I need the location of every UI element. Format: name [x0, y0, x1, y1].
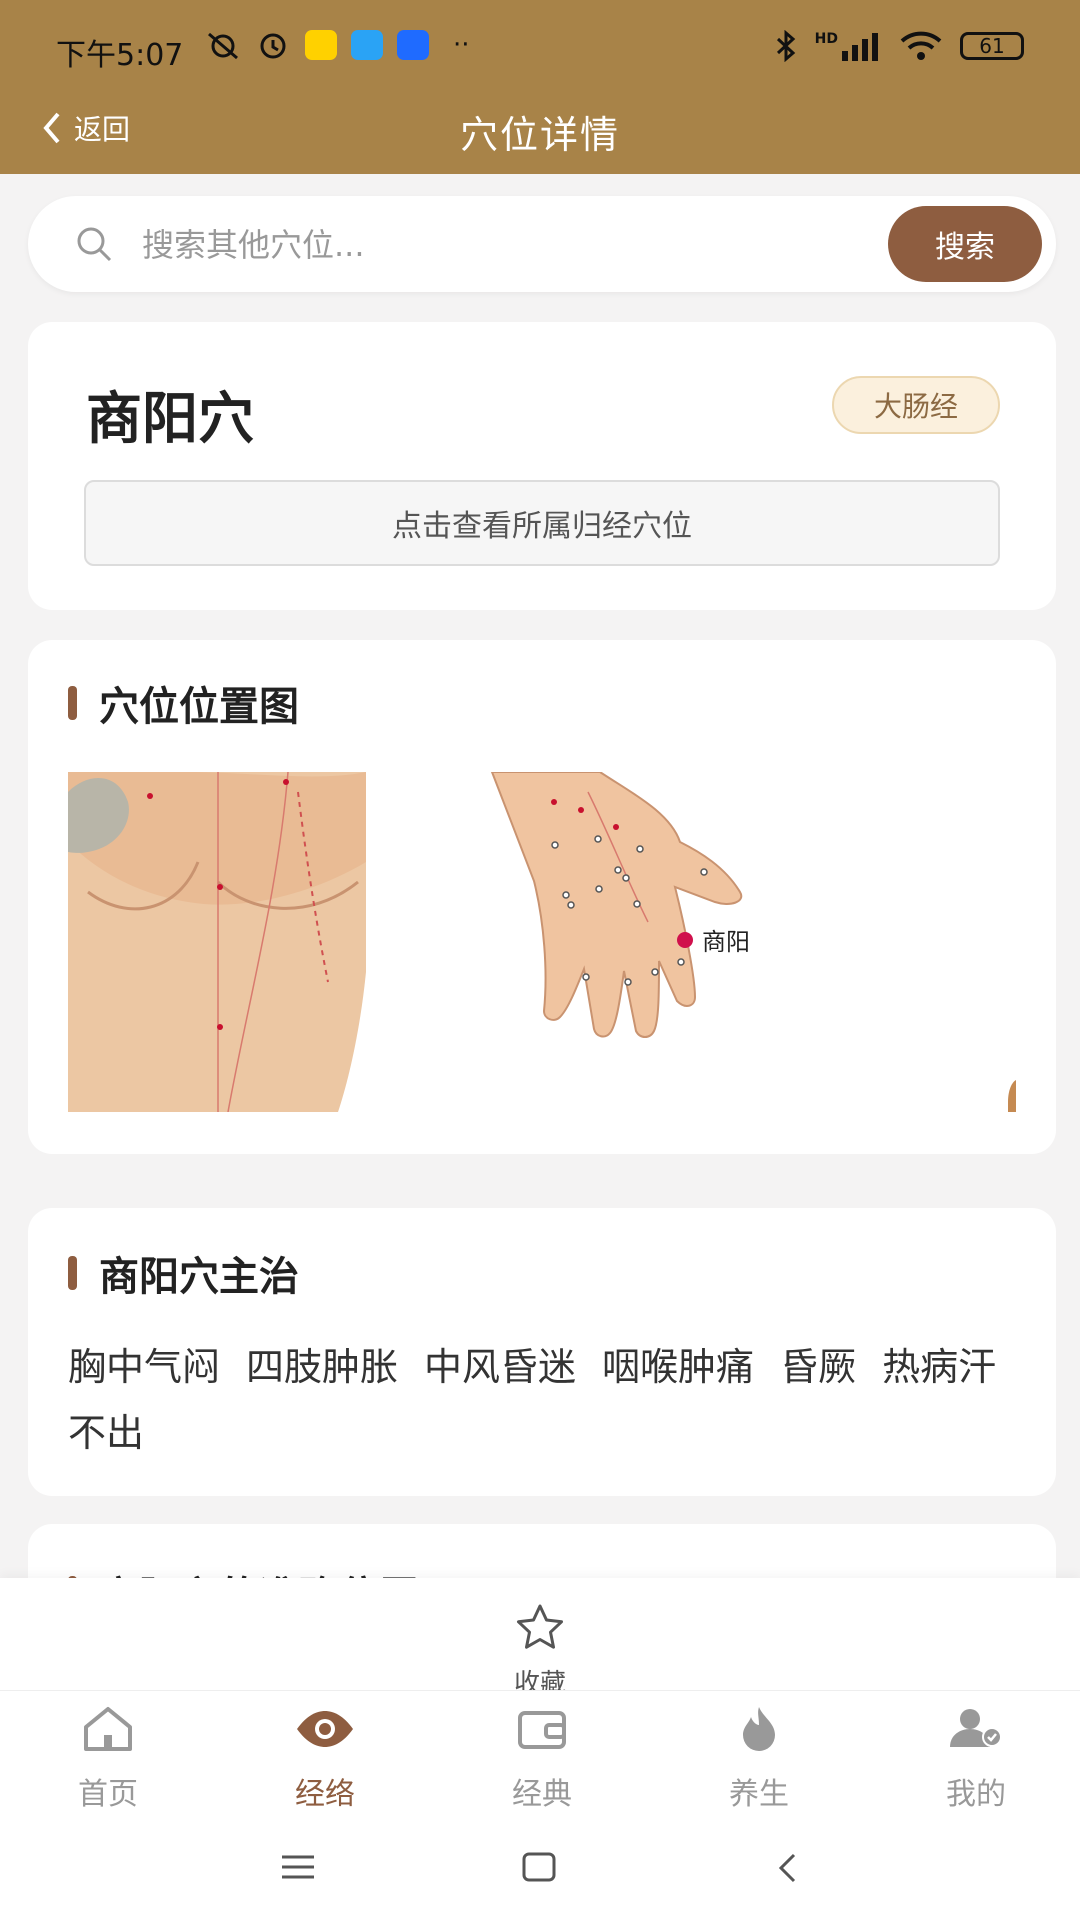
favorite-button[interactable]: 收藏 [470, 1602, 610, 1700]
search-button[interactable]: 搜索 [888, 206, 1042, 282]
back-nav-icon[interactable] [776, 1852, 798, 1884]
battery-icon: 61 [960, 32, 1024, 60]
indication-item: 四肢肿胀 [246, 1345, 399, 1389]
status-bar: 下午5:07 ·· HD 61 [0, 0, 1080, 100]
location-section-title: 穴位位置图 [68, 674, 299, 732]
section-marker [68, 1256, 77, 1290]
lark-app-icon [397, 30, 429, 60]
nav-item-home[interactable]: 首页 [28, 1705, 188, 1813]
more-notifications-icon: ·· [453, 30, 470, 60]
eye-icon [297, 1711, 353, 1747]
status-right: HD 61 [775, 30, 1024, 62]
acupoint-header-card: 商阳穴 大肠经 点击查看所属归经穴位 [28, 322, 1056, 610]
indications-list: 胸中气闷 四肢肿胀 中风昏迷 咽喉肿痛 昏厥 热病汗不出 [68, 1334, 1028, 1466]
home-icon [84, 1707, 132, 1751]
page-title: 穴位详情 [459, 113, 620, 157]
indication-item: 咽喉肿痛 [602, 1345, 755, 1389]
star-icon [517, 1604, 563, 1649]
signal-icon [842, 33, 878, 61]
search-bar: 搜索 [28, 196, 1056, 292]
section-marker [68, 686, 77, 720]
alarm-off-icon [208, 32, 238, 60]
wallet-icon [518, 1711, 566, 1749]
user-icon [950, 1709, 1002, 1747]
app-header: 返回 穴位详情 [0, 100, 1080, 174]
bottom-nav: 首页 经络 经典 养生 我的 [0, 1690, 1080, 1815]
wifi-icon [900, 31, 942, 60]
section-title-text: 商阳穴主治 [99, 1254, 299, 1300]
nav-item-meridians[interactable]: 经络 [245, 1705, 405, 1813]
favorite-bar: 收藏 [0, 1578, 1080, 1699]
nav-label: 我的 [946, 1777, 1006, 1812]
search-input[interactable] [140, 220, 864, 270]
network-hd-label: HD [814, 31, 838, 47]
section-title-text: 穴位位置图 [99, 684, 299, 730]
nav-label: 经典 [512, 1777, 572, 1812]
alarm-icon [260, 33, 286, 59]
nav-label: 经络 [295, 1777, 355, 1812]
meituan-app-icon [305, 30, 337, 60]
search-icon [77, 227, 112, 262]
nav-item-classics[interactable]: 经典 [462, 1705, 622, 1813]
bluetooth-icon [776, 30, 795, 62]
menu-icon[interactable] [282, 1854, 314, 1880]
nav-label: 养生 [729, 1777, 789, 1812]
system-nav-bar [0, 1814, 1080, 1920]
nav-item-wellness[interactable]: 养生 [679, 1705, 839, 1813]
figure-point-label: 商阳 [702, 929, 750, 956]
view-meridian-points-button[interactable]: 点击查看所属归经穴位 [84, 480, 1000, 566]
battery-level: 61 [979, 34, 1005, 58]
home-button-icon[interactable] [522, 1852, 556, 1882]
meridian-tag[interactable]: 大肠经 [832, 376, 1000, 434]
location-card: 穴位位置图 商阳 [28, 640, 1056, 1154]
notification-icons: ·· [205, 30, 470, 60]
status-time: 下午5:07 [56, 38, 184, 73]
nav-label: 首页 [78, 1777, 138, 1812]
indications-card: 商阳穴主治 胸中气闷 四肢肿胀 中风昏迷 咽喉肿痛 昏厥 热病汗不出 [28, 1208, 1056, 1496]
acupoint-location-image[interactable]: 商阳 [68, 772, 1016, 1112]
indication-item: 昏厥 [780, 1345, 857, 1389]
acupoint-name: 商阳穴 [86, 387, 254, 452]
indication-item: 胸中气闷 [68, 1345, 221, 1389]
indication-item: 中风昏迷 [424, 1345, 577, 1389]
message-app-icon [351, 30, 383, 60]
nav-item-profile[interactable]: 我的 [896, 1705, 1056, 1813]
indications-section-title: 商阳穴主治 [68, 1244, 299, 1302]
flame-icon [743, 1707, 775, 1751]
